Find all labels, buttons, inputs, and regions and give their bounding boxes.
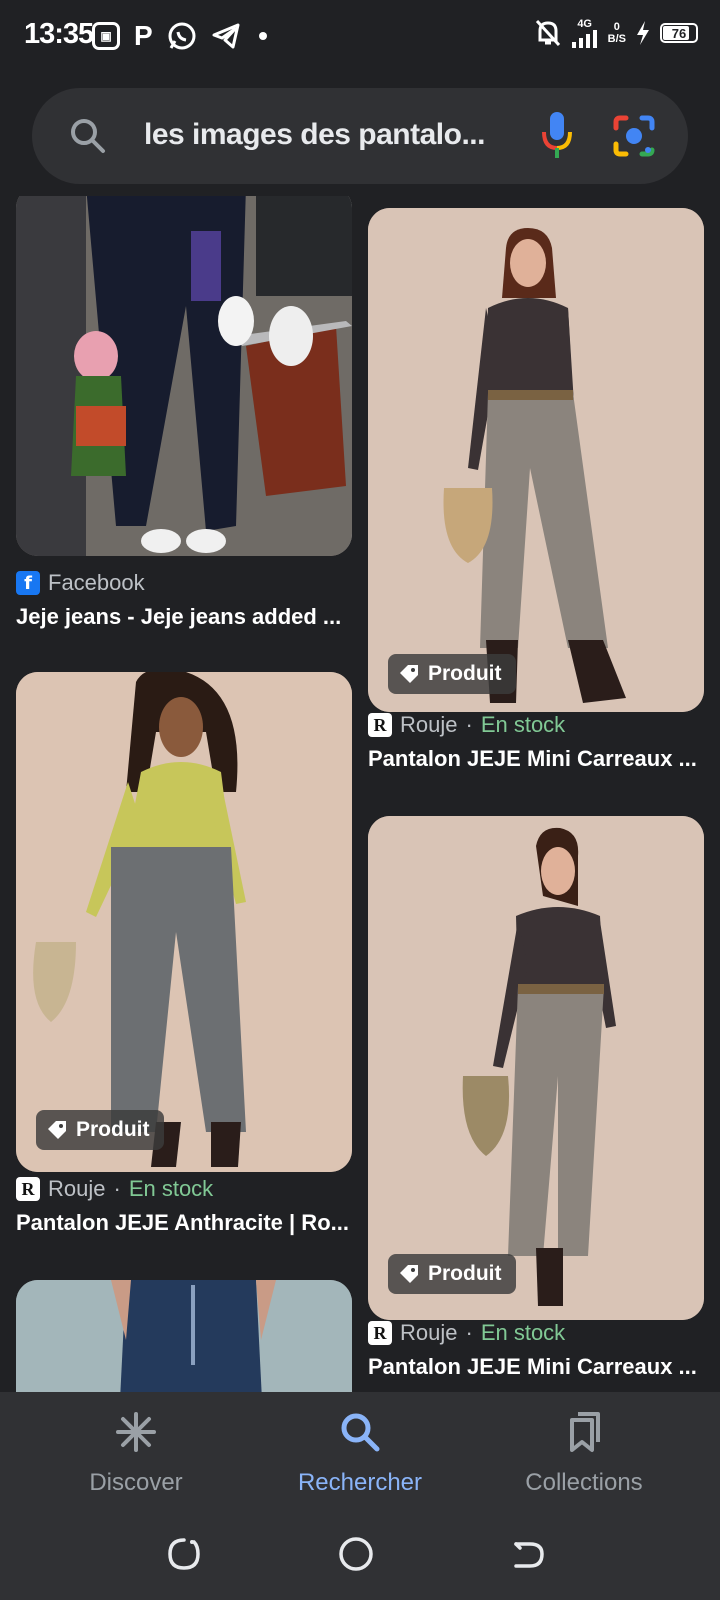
app-notification-icon: ▣ bbox=[92, 22, 120, 50]
status-bar: 13:35 ▣ P 4G 0 B/S 76 bbox=[0, 0, 720, 72]
battery-indicator: 76 bbox=[660, 23, 698, 43]
rouje-icon: R bbox=[368, 1321, 392, 1345]
tag-icon bbox=[400, 665, 418, 683]
product-badge: Produit bbox=[388, 654, 516, 694]
google-lens-icon[interactable] bbox=[612, 114, 656, 158]
product-badge: Produit bbox=[36, 1110, 164, 1150]
stock-status: En stock bbox=[480, 1320, 566, 1345]
result-title[interactable]: Pantalon JEJE Anthracite | Ro... bbox=[16, 1210, 352, 1236]
source-name: Rouje bbox=[48, 1176, 106, 1201]
result-source: R Rouje · En stock bbox=[16, 1176, 213, 1202]
product-badge-label: Produit bbox=[76, 1118, 150, 1141]
facebook-icon: f bbox=[16, 571, 40, 595]
charging-icon bbox=[637, 21, 649, 45]
status-time: 13:35 bbox=[24, 18, 94, 50]
result-image[interactable] bbox=[16, 196, 352, 556]
stock-status: En stock bbox=[128, 1176, 214, 1201]
search-icon bbox=[341, 1413, 380, 1452]
home-icon[interactable] bbox=[336, 1534, 376, 1574]
battery-percent: 76 bbox=[671, 25, 687, 41]
bell-muted-icon bbox=[535, 19, 560, 47]
result-title[interactable]: Pantalon JEJE Mini Carreaux ... bbox=[368, 746, 704, 772]
woman-grey-pants-photo bbox=[16, 672, 352, 1172]
separator: · bbox=[465, 1320, 473, 1345]
network-type: 4G bbox=[577, 18, 592, 30]
search-icon bbox=[71, 119, 105, 153]
network-speed-value: 0 bbox=[613, 21, 620, 33]
notification-icons: ▣ P bbox=[92, 20, 267, 52]
separator: · bbox=[113, 1176, 121, 1201]
woman-checked-pants-photo bbox=[368, 208, 704, 712]
rouje-icon: R bbox=[368, 713, 392, 737]
image-results-grid: f Facebook Jeje jeans - Jeje jeans added… bbox=[0, 196, 720, 1392]
asterisk-icon bbox=[116, 1412, 156, 1452]
whatsapp-icon bbox=[168, 22, 196, 50]
system-icons: 4G 0 B/S 76 bbox=[534, 18, 698, 48]
nav-search[interactable]: Rechercher bbox=[260, 1410, 460, 1497]
result-title[interactable]: Pantalon JEJE Mini Carreaux ... bbox=[368, 1354, 704, 1380]
product-badge-label: Produit bbox=[428, 1262, 502, 1285]
search-bar[interactable]: les images des pantalo... bbox=[32, 88, 688, 184]
nav-discover[interactable]: Discover bbox=[36, 1410, 236, 1497]
result-title[interactable]: Jeje jeans - Jeje jeans added ... bbox=[16, 604, 352, 630]
collections-icon bbox=[570, 1412, 600, 1452]
network-speed-unit: B/S bbox=[607, 33, 626, 45]
source-name: Rouje bbox=[400, 1320, 458, 1345]
nav-search-label: Rechercher bbox=[297, 1469, 423, 1496]
separator: · bbox=[465, 712, 473, 737]
result-image[interactable]: Produit bbox=[368, 816, 704, 1320]
source-name: Facebook bbox=[48, 570, 145, 595]
tag-icon bbox=[400, 1265, 418, 1283]
result-source: R Rouje · En stock bbox=[368, 1320, 565, 1346]
result-image[interactable]: Produit bbox=[368, 208, 704, 712]
stock-status: En stock bbox=[480, 712, 566, 737]
nav-discover-label: Discover bbox=[89, 1469, 183, 1496]
nav-collections-label: Collections bbox=[525, 1469, 643, 1496]
signal-strength: 4G bbox=[571, 18, 598, 48]
tag-icon bbox=[48, 1121, 66, 1139]
back-icon[interactable] bbox=[508, 1534, 548, 1574]
parking-app-icon: P bbox=[134, 20, 153, 51]
woman-blue-vest-photo bbox=[16, 1280, 352, 1392]
bottom-navigation: Discover Rechercher Collections bbox=[0, 1392, 720, 1522]
telegram-icon bbox=[212, 23, 240, 49]
jeans-photo bbox=[16, 196, 352, 556]
more-notifications-dot bbox=[258, 32, 267, 40]
result-source: f Facebook bbox=[16, 570, 145, 596]
nav-collections[interactable]: Collections bbox=[484, 1410, 684, 1497]
recent-apps-icon[interactable] bbox=[164, 1534, 204, 1574]
result-source: R Rouje · En stock bbox=[368, 712, 565, 738]
source-name: Rouje bbox=[400, 712, 458, 737]
rouje-icon: R bbox=[16, 1177, 40, 1201]
network-speed: 0 B/S bbox=[608, 21, 626, 45]
signal-icon bbox=[571, 30, 597, 48]
product-badge: Produit bbox=[388, 1254, 516, 1294]
microphone-icon[interactable] bbox=[540, 110, 574, 162]
woman-checked-pants-photo bbox=[368, 816, 704, 1320]
result-image[interactable]: Produit bbox=[16, 672, 352, 1172]
search-query-text[interactable]: les images des pantalo... bbox=[144, 118, 504, 152]
product-badge-label: Produit bbox=[428, 662, 502, 685]
system-navigation-bar bbox=[0, 1522, 720, 1600]
result-image[interactable] bbox=[16, 1280, 352, 1392]
